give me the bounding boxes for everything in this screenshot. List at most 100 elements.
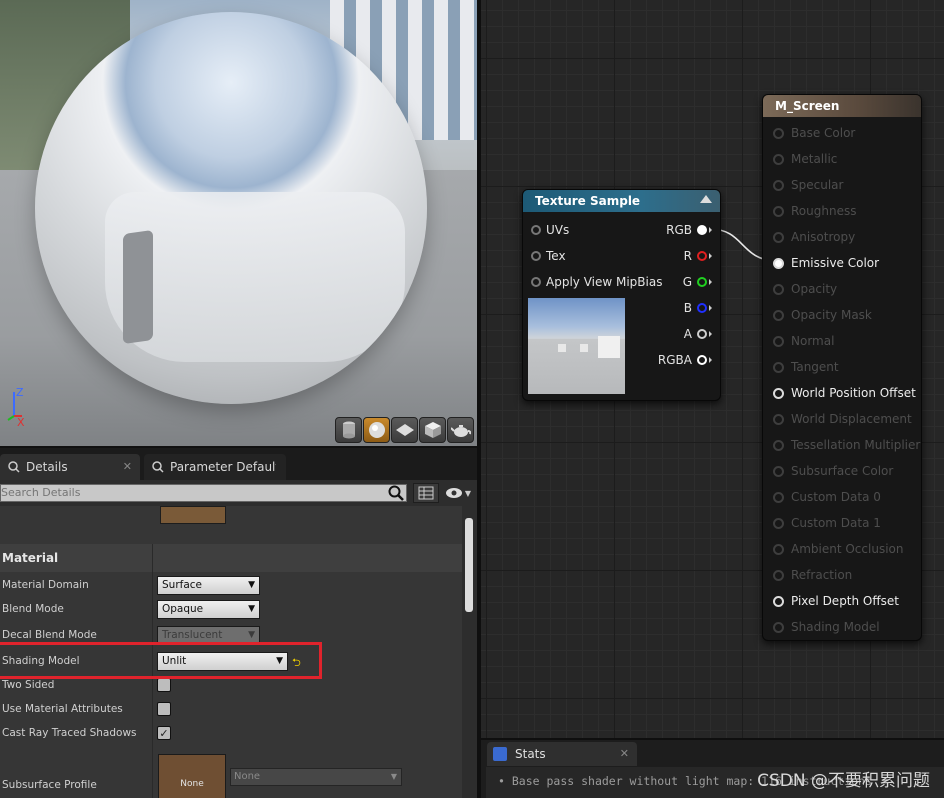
cast-ray-traced-shadows-label: Cast Ray Traced Shadows [2, 727, 137, 739]
m-screen-input-pin[interactable]: Opacity [773, 282, 837, 296]
collapse-arrow-icon[interactable] [700, 195, 712, 203]
subsurface-profile-thumbnail[interactable]: None [158, 754, 226, 798]
m-screen-input-pin[interactable]: Subsurface Color [773, 464, 893, 478]
texture-preview-thumbnail [528, 298, 625, 394]
m-screen-input-pin[interactable]: Pixel Depth Offset [773, 594, 899, 608]
preview-viewport[interactable]: Z X [0, 0, 477, 446]
details-scrollbar[interactable] [465, 518, 473, 612]
sphere-preview-button[interactable] [363, 417, 390, 443]
pin-icon [773, 491, 784, 503]
m-screen-input-pin[interactable]: Tangent [773, 360, 839, 374]
m-screen-input-pin[interactable]: Custom Data 0 [773, 490, 881, 504]
material-section-header[interactable]: Material [0, 544, 462, 572]
view-options-button[interactable]: ▼ [445, 487, 471, 499]
pin-icon [773, 595, 784, 607]
pin-icon [531, 251, 541, 261]
pin-icon [773, 231, 784, 243]
decal-blend-mode-value: Translucent [162, 629, 223, 641]
plane-preview-button[interactable] [391, 417, 418, 443]
tab-details-label: Details [26, 460, 68, 474]
apply-view-mipbias-input-pin[interactable]: Apply View MipBias [531, 275, 662, 289]
m-screen-input-pin[interactable]: Refraction [773, 568, 852, 582]
m-screen-input-pin[interactable]: Emissive Color [773, 256, 879, 270]
m-screen-input-pin[interactable]: Opacity Mask [773, 308, 872, 322]
cast-ray-traced-shadows-checkbox[interactable]: ✓ [157, 726, 171, 740]
teapot-preview-button[interactable] [447, 417, 474, 443]
tab-parameter-defaults[interactable]: Parameter Defaults [144, 454, 286, 480]
pin-icon [697, 251, 707, 261]
tex-input-pin[interactable]: Tex [531, 249, 566, 263]
use-material-attributes-checkbox[interactable] [157, 702, 171, 716]
g-output-pin[interactable]: G [683, 275, 712, 289]
pin-icon [697, 303, 707, 313]
m-screen-input-pin[interactable]: Base Color [773, 126, 855, 140]
magnifier-icon[interactable] [388, 485, 404, 501]
preview-sphere [35, 12, 427, 404]
tex-label: Tex [546, 249, 566, 263]
texture-sample-node[interactable]: Texture Sample UVs Tex Apply View MipBia… [522, 189, 721, 401]
m-screen-input-pin[interactable]: Ambient Occlusion [773, 542, 903, 556]
pin-icon [773, 205, 784, 217]
m-screen-input-pin[interactable]: Roughness [773, 204, 856, 218]
b-output-pin[interactable]: B [684, 301, 712, 315]
m-screen-input-label: Metallic [791, 152, 838, 166]
m-screen-input-pin[interactable]: Shading Model [773, 620, 880, 634]
pin-arrow-icon [709, 279, 712, 285]
m-screen-result-node[interactable]: M_Screen Base Color Metallic Specular Rough… [762, 94, 922, 641]
b-label: B [683, 301, 692, 315]
stats-tab-label: Stats [515, 747, 546, 761]
details-tabbar: Details ✕ Parameter Defaults [0, 448, 477, 480]
r-output-pin[interactable]: R [684, 249, 712, 263]
r-label: R [683, 249, 692, 263]
uvs-input-pin[interactable]: UVs [531, 223, 569, 237]
m-screen-input-label: Custom Data 1 [791, 516, 881, 530]
m-screen-input-label: Emissive Color [791, 256, 880, 270]
m-screen-input-pin[interactable]: Custom Data 1 [773, 516, 881, 530]
m-screen-input-label: Pixel Depth Offset [791, 594, 899, 608]
axis-z-label: Z [16, 386, 24, 399]
blend-mode-dropdown[interactable]: Opaque ▼ [157, 600, 260, 619]
a-output-pin[interactable]: A [684, 327, 712, 341]
close-icon[interactable]: ✕ [620, 742, 629, 766]
material-domain-dropdown[interactable]: Surface ▼ [157, 576, 260, 595]
chevron-down-icon: ▼ [248, 580, 255, 590]
m-screen-input-pin[interactable]: Normal [773, 334, 834, 348]
subsurface-profile-dropdown[interactable]: None ▼ [230, 768, 402, 786]
search-details-box [0, 484, 407, 502]
search-icon [152, 461, 164, 473]
m-screen-input-pin[interactable]: Tessellation Multiplier [773, 438, 920, 452]
property-matrix-button[interactable] [412, 483, 439, 503]
cylinder-preview-button[interactable] [335, 417, 362, 443]
m-screen-input-pin[interactable]: Specular [773, 178, 843, 192]
m-screen-input-pin[interactable]: World Displacement [773, 412, 912, 426]
pin-icon [773, 439, 784, 451]
pin-arrow-icon [709, 357, 712, 363]
row-material-domain: Material Domain Surface ▼ [0, 574, 462, 598]
plane-icon [395, 424, 414, 436]
m-screen-input-label: Anisotropy [791, 230, 856, 244]
rgb-output-pin[interactable]: RGB [666, 223, 712, 237]
m-screen-input-pin[interactable]: Metallic [773, 152, 837, 166]
preview-cube [558, 344, 566, 352]
two-sided-checkbox[interactable] [157, 678, 171, 692]
m-screen-input-label: World Displacement [791, 412, 912, 426]
rgba-output-pin[interactable]: RGBA [658, 353, 712, 367]
m-screen-input-label: Ambient Occlusion [791, 542, 904, 556]
m-screen-title: M_Screen [763, 95, 921, 117]
search-details-input[interactable] [1, 486, 381, 499]
use-material-attributes-label: Use Material Attributes [2, 703, 123, 715]
pin-icon [697, 225, 707, 235]
details-search-row: ▼ [0, 480, 477, 504]
pin-icon [773, 621, 784, 633]
m-screen-input-label: Subsurface Color [791, 464, 894, 478]
subsurface-profile-value: None [234, 771, 261, 782]
tab-details[interactable]: Details ✕ [0, 454, 140, 480]
tab-stats[interactable]: Stats ✕ [487, 742, 637, 766]
cube-preview-button[interactable] [419, 417, 446, 443]
close-icon[interactable]: ✕ [123, 460, 132, 473]
preview-cube [580, 344, 588, 352]
axis-x-label: X [17, 416, 25, 428]
m-screen-input-pin[interactable]: World Position Offset [773, 386, 916, 400]
watermark: CSDN @不要积累问题 [757, 771, 930, 791]
m-screen-input-pin[interactable]: Anisotropy [773, 230, 855, 244]
